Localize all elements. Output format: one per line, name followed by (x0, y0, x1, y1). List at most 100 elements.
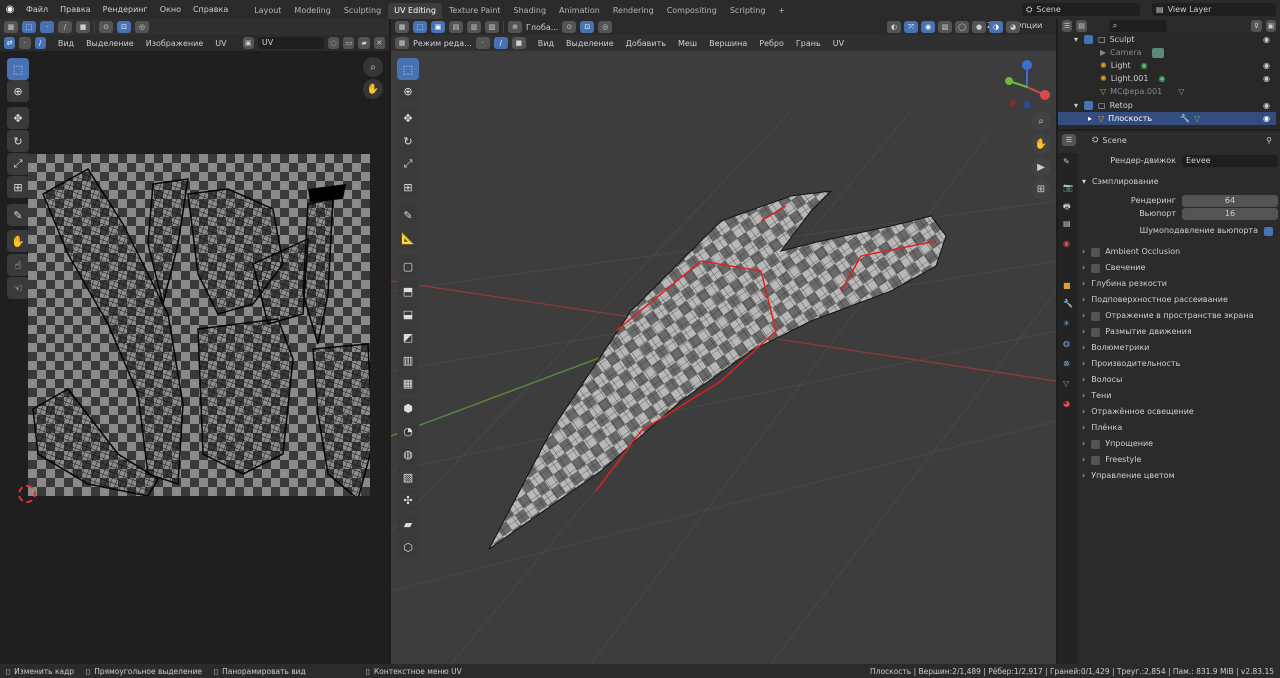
shear-tool[interactable]: ▰ (397, 513, 419, 535)
tab-sculpting[interactable]: Sculpting (338, 3, 387, 19)
rotate-tool[interactable]: ↻ (7, 130, 29, 152)
xray-icon[interactable]: ▨ (938, 21, 952, 33)
panel-performance[interactable]: › Производительность (1082, 356, 1278, 372)
zoom-view-icon[interactable]: ⌕ (1031, 111, 1051, 131)
panel-indirect-lighting[interactable]: › Отражённое освещение (1082, 404, 1278, 420)
denoise-checkbox[interactable] (1264, 226, 1273, 236)
vp-transform-tool[interactable]: ⊞ (397, 176, 419, 198)
properties-editor-icon[interactable]: ☰ (1062, 134, 1076, 146)
edge-slide-tool[interactable]: ▧ (397, 466, 419, 488)
panel-subsurface[interactable]: › Подповерхностное рассеивание (1082, 292, 1278, 308)
outliner-row-light[interactable]: ✺ Light ◉ ◉ (1058, 59, 1276, 72)
panel-color-management[interactable]: › Управление цветом (1082, 468, 1278, 484)
vp-cursor-tool[interactable]: ⊕ (397, 80, 419, 102)
filter-icon[interactable]: ⊽ (1251, 20, 1262, 32)
select-mode-icon[interactable]: ⬚ (413, 21, 427, 33)
eye-icon[interactable]: ◉ (1263, 72, 1270, 85)
blender-logo-icon[interactable]: ◉ (0, 4, 20, 15)
vp-menu-edge[interactable]: Ребро (759, 39, 784, 48)
tab-layout[interactable]: Layout (248, 3, 287, 19)
panel-volumetrics[interactable]: › Волюметрики (1082, 340, 1278, 356)
spin-tool[interactable]: ◔ (397, 420, 419, 442)
add-workspace-button[interactable]: + (772, 3, 791, 19)
uv-menu-uv[interactable]: UV (215, 39, 226, 48)
gizmo-toggle-icon[interactable]: ⤧ (904, 21, 918, 33)
select-tool-icon[interactable]: ⬚ (22, 21, 36, 33)
image-name-field[interactable]: UV (257, 37, 324, 49)
outliner-row-retop[interactable]: ▾ ▢ Retop ◉ (1058, 99, 1276, 112)
pin-icon[interactable]: ⚲ (1266, 136, 1272, 145)
rip-region-tool[interactable]: ⬡ (397, 536, 419, 558)
sampling-panel-header[interactable]: ▾ Сэмплирование (1082, 174, 1278, 190)
vp-menu-vertex[interactable]: Вершина (709, 39, 747, 48)
tab-animation[interactable]: Animation (553, 3, 606, 19)
tab-modeling[interactable]: Modeling (288, 3, 336, 19)
new-image-icon[interactable]: ▭ (343, 37, 355, 49)
tab-compositing[interactable]: Compositing (661, 3, 723, 19)
proportional-edit-icon[interactable]: ◎ (598, 21, 613, 33)
expand-icon[interactable]: ▾ (1074, 33, 1084, 46)
uv-sync-icon[interactable]: ⇄ (4, 37, 16, 49)
panel-motion-blur[interactable]: › Размытие движения (1082, 324, 1278, 340)
smooth-tool[interactable]: ◍ (397, 443, 419, 465)
menu-file[interactable]: Файл (20, 5, 54, 14)
vertex-mode-icon[interactable]: · (475, 37, 490, 49)
display-mode-icon[interactable]: ▤ (1076, 20, 1087, 32)
knife-tool[interactable]: ▦ (397, 372, 419, 394)
tab-uv-editing[interactable]: UV Editing (388, 3, 442, 19)
panel-ambient-occlusion[interactable]: › Ambient Occlusion (1082, 244, 1278, 260)
vp-menu-face[interactable]: Грань (796, 39, 821, 48)
move-tool[interactable]: ✥ (7, 107, 29, 129)
poly-build-tool[interactable]: ⬢ (397, 397, 419, 419)
viewport-scene[interactable] (391, 51, 1056, 664)
outliner-row-sculpt[interactable]: ▾ ▢ Sculpt ◉ (1058, 33, 1276, 46)
axis-navigation-gizmo[interactable] (997, 57, 1057, 117)
snapping-icon[interactable]: ⊡ (580, 21, 595, 33)
data-tab-icon[interactable]: ▽ (1063, 379, 1069, 388)
eye-icon[interactable]: ◉ (1263, 59, 1270, 72)
face-select-icon[interactable]: ■ (76, 21, 90, 33)
solid-shading-icon[interactable]: ● (972, 21, 986, 33)
snap-icon[interactable]: ⊡ (117, 21, 131, 33)
pan-hand-icon[interactable]: ✋ (363, 79, 383, 99)
vp-move-tool[interactable]: ✥ (397, 107, 419, 129)
panel-depth-of-field[interactable]: › Глубина резкости (1082, 276, 1278, 292)
outliner-row-light-001[interactable]: ✺ Light.001 ◉ ◉ (1058, 72, 1276, 85)
panel-checkbox[interactable] (1091, 247, 1101, 257)
vp-measure-tool[interactable]: 📐 (397, 227, 419, 249)
outliner-row-plane[interactable]: ▸ ▽ Плоскость 🔧 ▽ ◉ (1058, 112, 1276, 125)
uv-menu-select[interactable]: Выделение (86, 39, 134, 48)
vp-scale-tool[interactable]: ⤢ (397, 153, 419, 175)
tool-tab-icon[interactable]: ✎ (1063, 157, 1070, 166)
uv-menu-view[interactable]: Вид (58, 39, 74, 48)
panel-bloom[interactable]: › Свечение (1082, 260, 1278, 276)
tab-texture-paint[interactable]: Texture Paint (443, 3, 507, 19)
physics-tab-icon[interactable]: ◍ (1063, 339, 1070, 348)
face-mode-icon[interactable]: ■ (511, 37, 526, 49)
pan-view-icon[interactable]: ✋ (1031, 134, 1051, 154)
inset-tool[interactable]: ⬓ (397, 303, 419, 325)
transform-orientation-icon[interactable]: ⊕ (508, 21, 522, 33)
constraints-tab-icon[interactable]: ⊗ (1063, 359, 1070, 368)
vertex-select-icon[interactable]: · (40, 21, 54, 33)
panel-simplify[interactable]: › Упрощение (1082, 436, 1278, 452)
vp-select-tool[interactable]: ⬚ (397, 58, 419, 80)
uv-vertex-mode-icon[interactable]: · (19, 37, 31, 49)
vp-menu-view[interactable]: Вид (538, 39, 554, 48)
render-engine-dropdown[interactable]: Eevee (1182, 155, 1278, 167)
close-image-icon[interactable]: ✕ (373, 37, 385, 49)
panel-checkbox[interactable] (1091, 311, 1101, 321)
visibility-icon[interactable]: ◐ (887, 21, 901, 33)
select-subtract-icon[interactable]: ▥ (467, 21, 481, 33)
render-tab-icon[interactable]: 📷 (1063, 183, 1073, 192)
menu-help[interactable]: Справка (187, 5, 234, 14)
menu-render[interactable]: Рендеринг (97, 5, 154, 14)
eye-icon[interactable]: ◉ (1263, 99, 1270, 112)
vp-menu-select[interactable]: Выделение (566, 39, 614, 48)
scale-tool[interactable]: ⤢ (7, 153, 29, 175)
annotate-tool[interactable]: ✎ (7, 204, 29, 226)
new-collection-icon[interactable]: ▣ (1265, 20, 1277, 32)
material-tab-icon[interactable]: ◕ (1063, 399, 1070, 408)
uv-menu-image[interactable]: Изображение (146, 39, 204, 48)
pivot-icon[interactable]: ⊙ (99, 21, 113, 33)
